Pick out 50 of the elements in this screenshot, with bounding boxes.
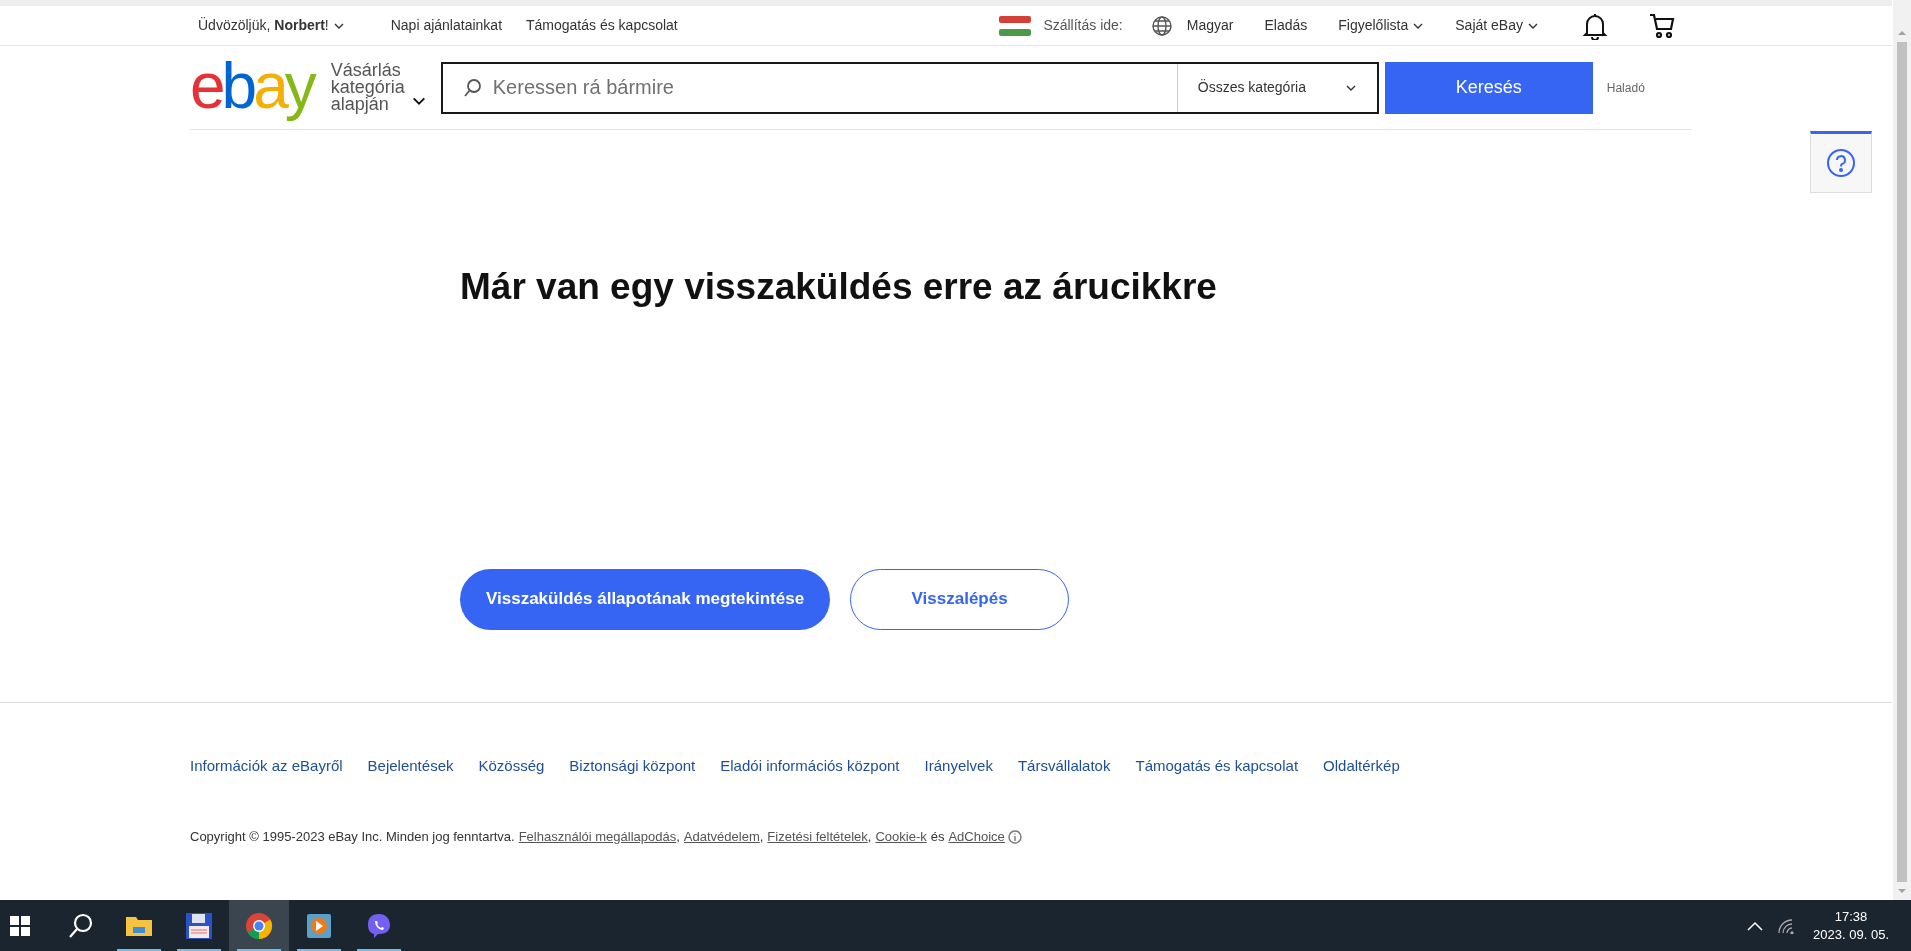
search-icon [462, 77, 483, 98]
footer-link[interactable]: Oldaltérkép [1323, 754, 1400, 777]
adchoice-link[interactable]: AdChoice [948, 827, 1005, 847]
footer-link[interactable]: Bejelentések [367, 754, 454, 777]
footer-link[interactable]: Támogatás és kapcsolat [1135, 754, 1299, 777]
search-icon[interactable] [68, 911, 94, 940]
nav-link[interactable]: Saját eBay [1455, 15, 1539, 36]
ebay-logo[interactable]: ebay [190, 53, 313, 122]
page-heading: Már van egy visszaküldés erre az árucikkre [460, 265, 1218, 309]
legal-link[interactable]: Adatvédelem [683, 827, 760, 847]
language-link[interactable]: Magyar [1186, 15, 1234, 36]
nav-link[interactable]: Napi ajánlatainkat [390, 15, 502, 36]
copyright-text: Copyright © 1995-2023 eBay Inc. Minden jog fenntartva. [190, 828, 515, 846]
footer-link[interactable]: Eladói információs központ [720, 754, 900, 777]
greeting-menu[interactable]: Üdvözöljük, Norbert! [198, 15, 345, 36]
windows-start-icon[interactable] [10, 915, 30, 936]
view-return-status-button[interactable]: Visszaküldés állapotának megtekintése [460, 568, 831, 630]
comma-separator: , [676, 828, 680, 846]
wifi-icon[interactable] [1777, 917, 1796, 934]
help-button[interactable] [1810, 131, 1872, 193]
comma-separator: , [867, 828, 872, 846]
conjunction-text: és [930, 828, 945, 846]
chevron-up-icon[interactable] [1747, 920, 1764, 931]
nav-link[interactable]: Eladás [1264, 15, 1308, 36]
search-button[interactable]: Keresés [1384, 61, 1593, 114]
advanced-search-link[interactable]: Haladó [1606, 78, 1645, 97]
info-icon [1007, 829, 1022, 844]
shop-by-category-menu[interactable]: Vásárlás kategória alapján [330, 62, 427, 113]
browser-icon [245, 911, 273, 940]
footer-link[interactable]: Információk az eBayről [190, 754, 343, 777]
comma-separator: , [759, 828, 764, 846]
notification-bell-icon[interactable] [1582, 11, 1608, 40]
ship-to-label: Szállítás ide: [1043, 16, 1123, 35]
globe-icon [1150, 14, 1173, 37]
nav-link[interactable]: Támogatás és kapcsolat [526, 15, 678, 36]
shopping-cart-icon[interactable] [1648, 11, 1676, 40]
legal-link[interactable]: Fizetési feltételek [767, 827, 868, 847]
clock[interactable]: 17:38 2023. 09. 05. [1813, 907, 1889, 944]
media-player-icon [305, 911, 333, 940]
footer-link[interactable]: Biztonsági központ [569, 754, 696, 777]
search-field[interactable]: Keressen rá bármire Összes kategória [440, 61, 1379, 114]
help-icon [1826, 148, 1856, 178]
footer-link[interactable]: Irányelvek [924, 754, 993, 777]
nav-link[interactable]: Figyelőlista [1338, 15, 1425, 36]
chat-bubble-icon [365, 911, 393, 940]
footer-link[interactable]: Társvállalatok [1017, 754, 1111, 777]
category-select[interactable]: Összes kategória [1176, 63, 1377, 112]
footer-link[interactable]: Közösség [478, 754, 545, 777]
legal-link[interactable]: Cookie-k [875, 827, 927, 847]
hungary-flag-icon [999, 15, 1032, 36]
